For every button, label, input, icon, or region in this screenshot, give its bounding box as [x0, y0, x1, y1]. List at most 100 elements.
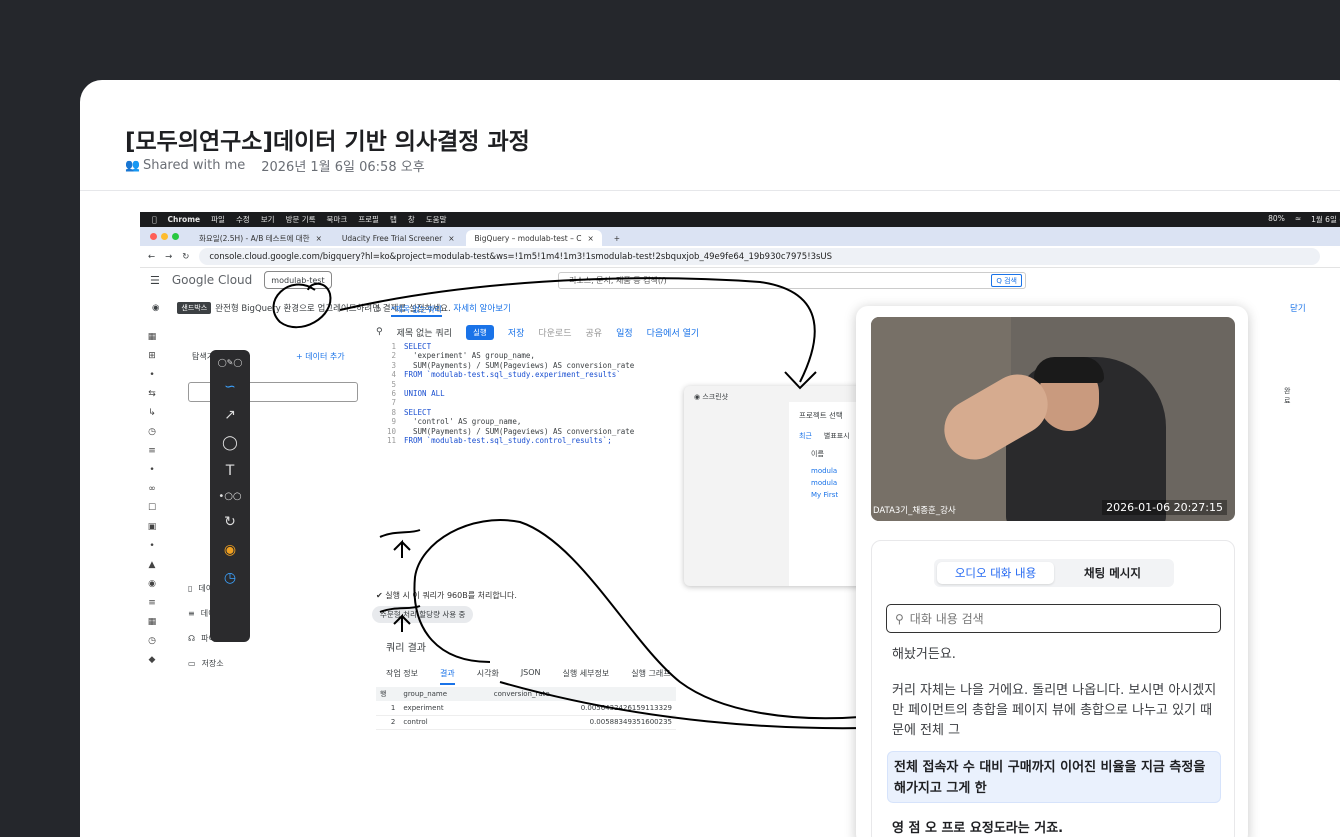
rail-icon-pipe: ↳	[148, 408, 156, 418]
transcript-tabs[interactable]: 오디오 대화 내용 채팅 메시지	[934, 559, 1174, 587]
query-tab-row: ⌂ *제목 없는쿼리	[376, 304, 442, 317]
line-number: 6	[391, 388, 396, 398]
gcp-header: ☰ Google Cloud modulab-test 리소스, 문서, 제품 …	[140, 268, 1340, 292]
download-button: 다운로드	[538, 328, 572, 339]
code-text: SELECT	[404, 342, 432, 351]
shared-info: 👥 Shared with me	[125, 158, 245, 173]
results-tab-2: 시각화	[476, 669, 499, 678]
mac-status: 80% ≈ 1월 6일 (화)	[1268, 214, 1340, 225]
menu-3: 방문 기록	[281, 215, 316, 224]
video-hair	[1034, 357, 1104, 383]
pen-tool-icon: ∽	[224, 379, 236, 395]
code-text: FROM `modulab-test.sql_study.experiment_…	[404, 370, 621, 380]
maximize-window-icon	[172, 233, 179, 240]
transcript-line: 커리 자체는 나을 거에요. 돌리면 나옵니다. 보시면 아시겠지만 페이먼트의…	[892, 683, 1217, 738]
query-status-text: 실행 시 이 쿼리가 960B를 처리합니다.	[385, 591, 517, 600]
line-number: 10	[386, 426, 396, 436]
app-name: Chrome	[163, 215, 201, 224]
sandbox-pill: 샌드박스	[177, 302, 212, 314]
video-timestamp: 2026-01-06 20:27:15	[1102, 500, 1227, 515]
results-tab-4: 실행 세부정보	[562, 669, 610, 678]
rail-icon-studio: ⊞	[148, 351, 156, 361]
menu-6: 탭	[385, 215, 397, 224]
page-title: [모두의연구소]데이터 기반 의사결정 과정	[125, 129, 530, 155]
gcp-search: 리소스, 문서, 제품 등 검색(/) Q 검색	[558, 272, 1026, 289]
rail-icon-dot3: •	[149, 541, 155, 551]
apple-icon: 	[152, 215, 157, 224]
dots-tool-icon: •○○	[218, 491, 242, 502]
menu-5: 프로필	[353, 215, 379, 224]
line-number: 5	[391, 379, 396, 389]
table-cell: 0.0056432426159113329	[489, 701, 676, 716]
results-tabs: 작업 정보 결과 시각화 JSON 실행 세부정보 실행 그래프	[386, 668, 671, 685]
rail-icon-chart: ▲	[148, 560, 156, 570]
table-cell: experiment	[399, 701, 490, 716]
menu-7: 창	[403, 215, 415, 224]
quota-badge: 주문형 처리 할당량 사용 중	[372, 606, 474, 623]
rail-icon-grid: ▦	[147, 617, 157, 627]
close-banner-link: 닫기	[1290, 304, 1306, 314]
query-toolbar: ⚲ 제목 없는 쿼리 실행 저장 다운로드 공유 일정 다음에서 열기	[376, 322, 896, 342]
transcript-search[interactable]: ⚲ 대화 내용 검색	[886, 604, 1221, 633]
column-header: 행	[376, 687, 400, 701]
mac-menubar:  Chrome 파일 수정 보기 방문 기록 북마크 프로필 탭 창 도움말 …	[140, 212, 1340, 227]
speaker-name: DATA3기_채종훈_강사	[873, 506, 956, 516]
results-table: 행 group_name conversion_rate 1 experimen…	[376, 687, 676, 730]
window-controls	[150, 233, 179, 240]
transcript-search-placeholder: 대화 내용 검색	[909, 612, 984, 626]
query-status: ✔ 실행 시 이 쿼리가 960B를 처리합니다.	[376, 591, 517, 600]
tab-close-icon: ×	[448, 233, 455, 243]
menu-0: 파일	[206, 215, 225, 224]
code-line: 2 'experiment' AS group_name,	[376, 351, 746, 360]
table-header: 행 group_name conversion_rate	[376, 687, 676, 701]
code-text: SUM(Payments) / SUM(Pageviews) AS conver…	[404, 360, 635, 370]
pipeline-icon: ☊	[188, 633, 196, 643]
query-icon: ⚲	[376, 327, 383, 337]
share-button: 공유	[585, 328, 603, 339]
doc-meta: 👥 Shared with me 2026년 1월 6일 06:58 오후	[125, 156, 425, 175]
query-tab: *제목 없는쿼리	[391, 304, 442, 317]
rail-icon-dot2: •	[149, 465, 155, 475]
left-rail: ▦ ⊞ • ⇆ ↳ ◷ ≡ • ∞ ☐ ▣ • ▲ ◉ ≡ ▦ ◷ ◆	[140, 322, 164, 837]
open-in-button: 다음에서 열기	[646, 328, 700, 339]
rail-icon-apps: ▦	[147, 332, 157, 342]
tab-audio-transcript[interactable]: 오디오 대화 내용	[937, 562, 1054, 584]
reload-icon: ↻	[182, 251, 190, 262]
rail-icon-scan: ▣	[147, 522, 157, 532]
code-line: 4 FROM `modulab-test.sql_study.experiment…	[376, 370, 746, 379]
rail-icon-list: ≡	[148, 598, 156, 608]
battery-text: 80%	[1268, 214, 1285, 223]
table-cell: 0.0058834935160023​5	[489, 715, 676, 730]
schedule-button: 일정	[616, 328, 633, 339]
rail-icon-dot: •	[149, 370, 155, 380]
browser-tab-0: 화요일(2.5H) - A/B 테스트에 대한 ×	[191, 230, 330, 246]
toolbar-top-icons: ◯✎◯	[217, 358, 243, 367]
bigquery-icon: ◉	[152, 303, 160, 313]
prep-icon: ≡	[188, 608, 195, 618]
code-line: 3 SUM(Payments) / SUM(Pageviews) AS conv…	[376, 361, 746, 370]
line-number: 3	[391, 360, 396, 370]
project-selector: modulab-test	[264, 271, 332, 289]
color-tool-icon: ◉	[223, 542, 237, 558]
rail-icon-lock: ☐	[147, 503, 157, 513]
menu-4: 북마크	[322, 215, 348, 224]
results-tab-5: 실행 그래프	[631, 669, 671, 678]
table-cell: 1	[376, 701, 400, 716]
tab-close-icon: ×	[315, 233, 322, 243]
browser-urlbar: ← → ↻ console.cloud.google.com/bigquery?…	[140, 246, 1340, 268]
explorer-item-repo-label: 저장소	[201, 658, 224, 668]
tab-chat-messages[interactable]: 채팅 메시지	[1054, 562, 1171, 584]
line-number: 7	[391, 398, 396, 408]
query-title: 제목 없는 쿼리	[396, 328, 452, 339]
line-number: 9	[391, 417, 396, 427]
canvas-icon: ▯	[188, 583, 193, 593]
popup-title-text: 스크린샷	[702, 393, 729, 401]
circle-tool-icon: ◯	[222, 435, 238, 451]
results-tab-3: JSON	[520, 668, 541, 677]
table-cell: control	[399, 715, 490, 730]
back-icon: ←	[148, 251, 156, 262]
rail-icon-compass: ◉	[148, 579, 156, 589]
arrow-tool-icon: ↗	[224, 407, 236, 423]
line-number: 4	[391, 370, 396, 380]
results-tab-0: 작업 정보	[386, 669, 418, 678]
